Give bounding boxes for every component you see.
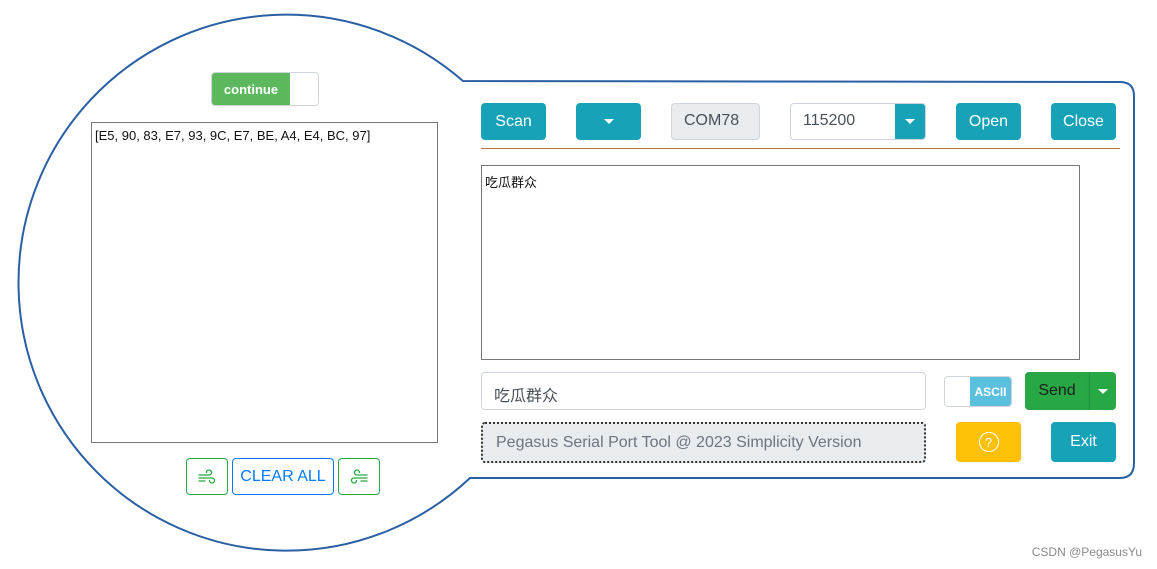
continue-toggle-label: continue [212,73,290,105]
port-field: COM78 [671,103,760,140]
chevron-down-icon [905,119,915,124]
help-icon: ? [978,432,999,452]
send-button[interactable]: Send [1025,372,1089,410]
port-dropdown-button[interactable] [576,103,641,140]
baud-rate-dropdown[interactable] [895,104,925,139]
help-button[interactable]: ? [956,422,1021,462]
toolbar-divider [481,148,1120,149]
wind-right-button[interactable] [338,458,380,495]
exit-button[interactable]: Exit [1051,422,1116,462]
chevron-down-icon [603,119,614,124]
wind-icon [198,468,216,484]
ascii-toggle-knob[interactable] [945,377,970,406]
close-button[interactable]: Close [1051,103,1116,140]
ascii-toggle-label: ASCII [970,377,1011,406]
status-bar: Pegasus Serial Port Tool @ 2023 Simplici… [481,422,926,463]
hex-receive-box[interactable]: [E5, 90, 83, E7, 93, 9C, E7, BE, A4, E4,… [91,122,438,443]
send-input[interactable]: 吃瓜群众 [481,372,926,410]
clear-all-button[interactable]: CLEAR ALL [232,458,334,495]
wind-icon [350,468,368,484]
wind-left-button[interactable] [186,458,228,495]
receive-text: 吃瓜群众 [485,175,538,190]
continue-toggle-knob[interactable] [290,73,318,105]
send-button-group: Send [1025,372,1116,410]
ascii-mode-toggle[interactable]: ASCII [944,376,1012,407]
hex-receive-text: [E5, 90, 83, E7, 93, 9C, E7, BE, A4, E4,… [95,128,371,143]
continue-toggle[interactable]: continue [211,72,319,106]
baud-rate-select[interactable]: 115200 [790,103,926,140]
baud-rate-value[interactable]: 115200 [791,104,895,139]
receive-textarea[interactable]: 吃瓜群众 [481,165,1080,360]
chevron-down-icon [1098,388,1108,394]
open-button[interactable]: Open [956,103,1021,140]
scan-button[interactable]: Scan [481,103,546,140]
send-dropdown-button[interactable] [1089,372,1116,410]
watermark: CSDN @PegasusYu [1031,545,1142,559]
